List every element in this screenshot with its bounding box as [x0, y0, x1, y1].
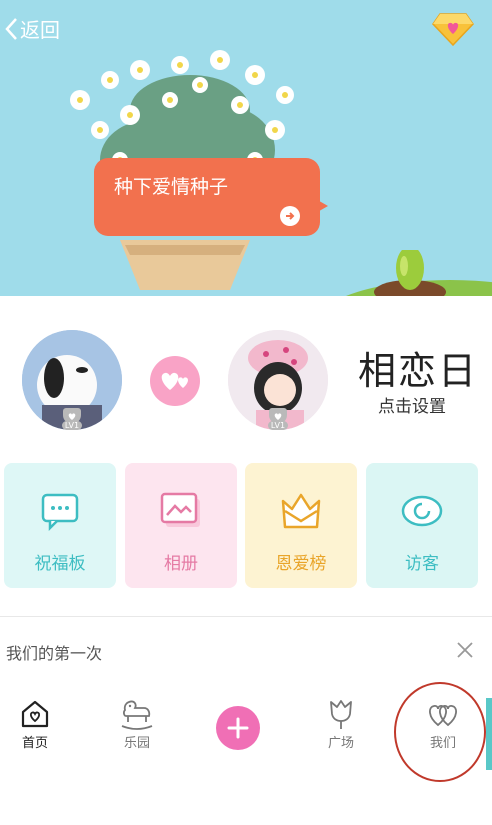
tile-label: 祝福板 — [34, 554, 86, 574]
level-badge-left: LV1 — [59, 408, 85, 434]
nav-home[interactable]: 首页 — [5, 696, 65, 751]
plus-icon — [227, 717, 249, 739]
tile-blessing-board[interactable]: 祝福板 — [4, 463, 116, 588]
back-button[interactable]: 返回 — [4, 14, 60, 43]
section-divider — [0, 616, 492, 617]
diamond-heart-icon[interactable] — [432, 12, 474, 50]
plant-seed-bubble[interactable]: 种下爱情种子 — [94, 158, 328, 236]
side-edge-bar — [486, 698, 492, 770]
tile-label: 相册 — [164, 554, 198, 574]
love-hearts-button[interactable] — [150, 356, 200, 406]
home-heart-icon — [17, 696, 53, 732]
level-badge-right: LV1 — [265, 408, 291, 434]
double-heart-icon — [161, 372, 188, 390]
tile-visitors[interactable]: 访客 — [366, 463, 478, 588]
nav-park[interactable]: 乐园 — [107, 696, 167, 751]
chevron-left-icon — [5, 17, 17, 40]
anniversary-title[interactable]: 相恋日 — [358, 340, 478, 395]
nav-label: 首页 — [21, 736, 48, 751]
crown-envelope-icon — [279, 489, 323, 533]
arrow-right-icon — [280, 206, 300, 226]
tile-photo-album[interactable]: 相册 — [125, 463, 237, 588]
seed-sprout-icon — [346, 250, 492, 296]
add-button[interactable] — [216, 706, 260, 750]
hero-banner: 返回 种下爱情种子 — [0, 0, 492, 296]
nav-label: 广场 — [327, 736, 354, 751]
nav-plaza[interactable]: 广场 — [311, 696, 371, 751]
tile-label: 访客 — [405, 554, 439, 574]
bubble-tail — [314, 198, 328, 214]
photo-album-icon — [159, 489, 203, 533]
message-dots-icon — [38, 489, 82, 533]
tile-label: 恩爱榜 — [275, 554, 327, 574]
tile-love-ranking[interactable]: 恩爱榜 — [245, 463, 357, 588]
section-title: 我们的第一次 — [6, 644, 103, 663]
bubble-text: 种下爱情种子 — [114, 176, 229, 198]
back-label: 返回 — [20, 18, 60, 42]
nav-label: 乐园 — [123, 736, 150, 751]
anniversary-setup-link[interactable]: 点击设置 — [378, 392, 446, 417]
eye-icon — [400, 489, 444, 533]
close-icon[interactable] — [456, 641, 474, 659]
tulip-icon — [323, 696, 359, 732]
highlight-circle-annotation — [394, 682, 486, 782]
rocking-horse-icon — [119, 696, 155, 732]
